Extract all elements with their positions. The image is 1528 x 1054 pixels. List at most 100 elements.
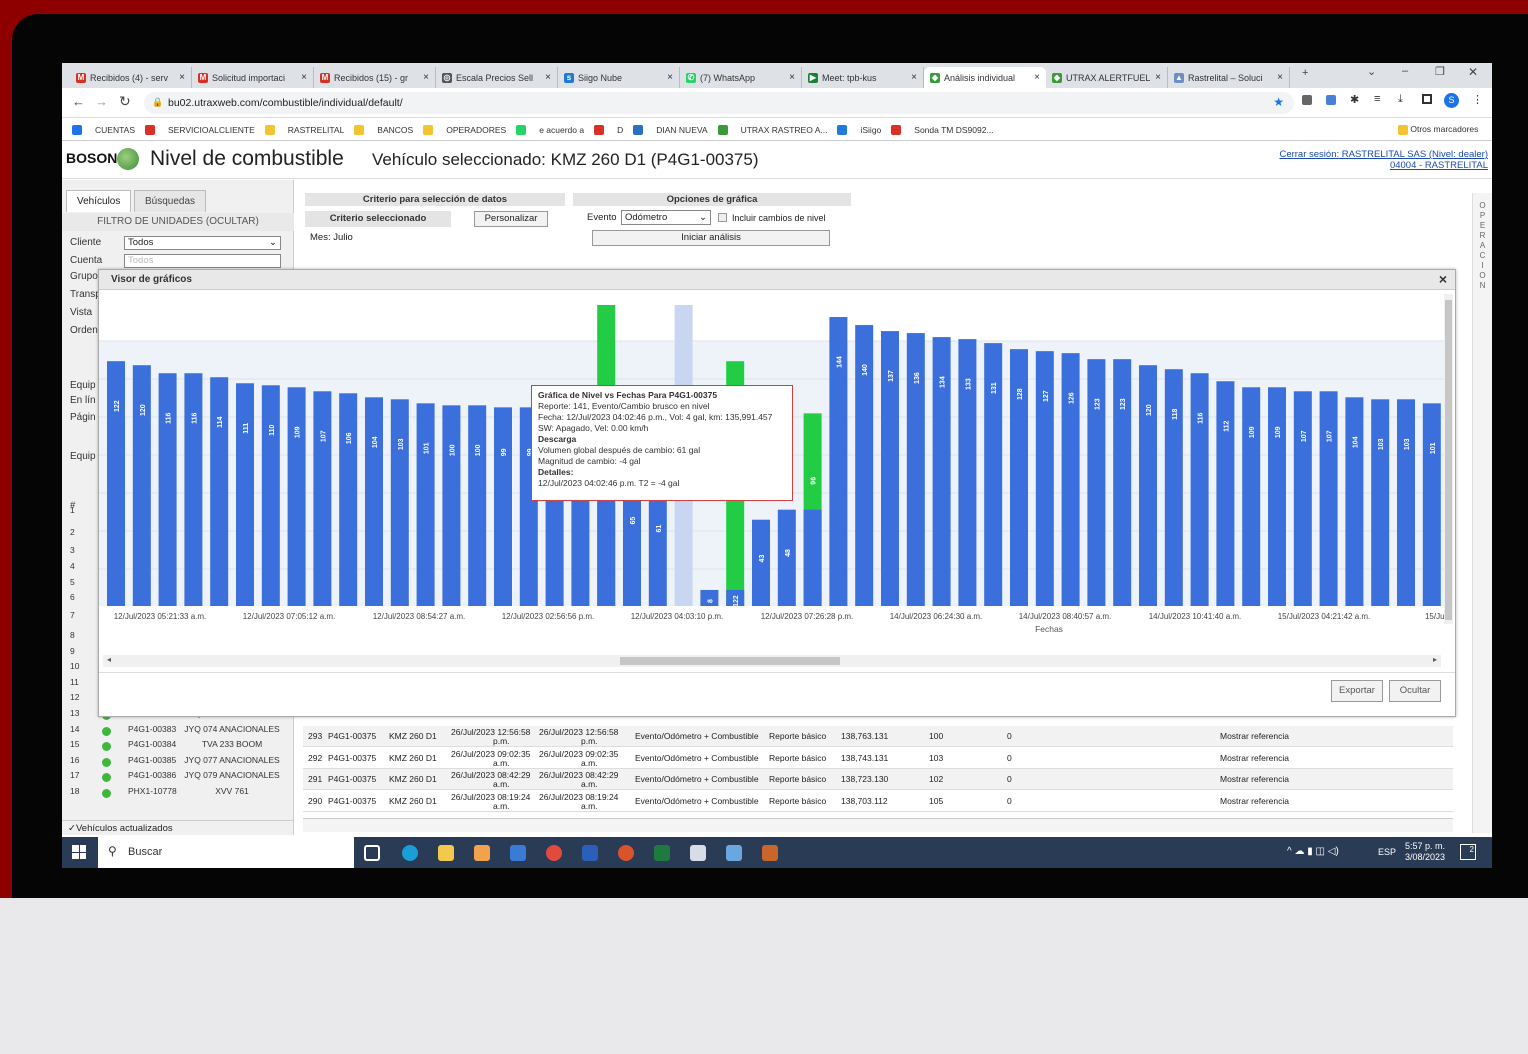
scroll-right-icon[interactable]: ▸	[1433, 655, 1437, 664]
level-bar[interactable]	[210, 377, 229, 606]
other-bookmarks[interactable]: Otros marcadores	[1398, 124, 1478, 135]
level-bar[interactable]	[1061, 353, 1080, 606]
table-row[interactable]: 293 P4G1-00375 KMZ 260 D1 26/Jul/2023 12:56…	[303, 726, 1453, 747]
level-bar[interactable]	[1216, 381, 1235, 606]
app-icon[interactable]	[762, 845, 778, 861]
level-bar[interactable]	[1242, 387, 1261, 606]
filter-header[interactable]: FILTRO DE UNIDADES (OCULTAR)	[62, 213, 294, 231]
bookmark-item[interactable]: iSiigo	[837, 124, 881, 135]
customize-button[interactable]: Personalizar	[474, 211, 548, 227]
powerpoint-icon[interactable]	[618, 845, 634, 861]
level-bar[interactable]	[313, 391, 332, 606]
close-tab-icon[interactable]: ×	[1155, 72, 1161, 83]
excel-icon[interactable]	[654, 845, 670, 861]
task-view-icon[interactable]	[364, 845, 380, 861]
vehicle-row[interactable]: 17 P4G1-00386 JYQ 079 ANACIONALES	[62, 770, 294, 785]
minimize-icon[interactable]: –	[1402, 65, 1408, 77]
level-bar[interactable]	[1010, 349, 1028, 606]
cuenta-select[interactable]: Todos	[124, 254, 281, 268]
close-tab-icon[interactable]: ×	[1034, 72, 1040, 83]
file-explorer-icon[interactable]	[438, 845, 454, 861]
vehicle-row[interactable]: 15 P4G1-00384 TVA 233 BOOM	[62, 739, 294, 754]
bookmark-item[interactable]: UTRAX RASTREO A...	[717, 124, 827, 135]
level-bar[interactable]	[365, 397, 383, 606]
tab-busquedas[interactable]: Búsquedas	[134, 190, 207, 212]
level-bar[interactable]	[1422, 403, 1441, 606]
media-icon[interactable]: ≡	[1374, 93, 1380, 105]
app-icon[interactable]	[690, 845, 706, 861]
level-bar[interactable]	[1371, 399, 1390, 606]
bookmark-item[interactable]: e acuerdo a	[516, 124, 584, 135]
extension-icon[interactable]	[1326, 95, 1336, 105]
bookmark-item[interactable]: BANCOS	[354, 124, 413, 135]
logout-link[interactable]: Cerrar sesión: RASTRELITAL SAS (Nivel: d…	[1279, 149, 1488, 171]
level-bar[interactable]	[107, 361, 125, 606]
level-bar[interactable]	[236, 383, 254, 606]
mail-icon[interactable]	[510, 845, 526, 861]
level-bar[interactable]	[339, 393, 358, 606]
include-changes-checkbox[interactable]	[718, 213, 727, 222]
system-tray-icons[interactable]: ^ ☁ ▮ ◫ ◁)	[1287, 846, 1339, 857]
level-bar[interactable]	[287, 387, 306, 606]
calendar-icon[interactable]	[474, 845, 490, 861]
url-input[interactable]: 🔒 bu02.utraxweb.com/combustible/individu…	[144, 92, 1294, 114]
chrome-icon[interactable]	[546, 845, 562, 861]
taskbar-search-box[interactable]: ⚲ Buscar	[98, 837, 354, 868]
event-select[interactable]: Odómetro ⌄	[621, 210, 711, 225]
vehicle-row[interactable]: 14 P4G1-00383 JYQ 074 ANACIONALES	[62, 724, 294, 739]
profile-avatar[interactable]: S	[1444, 93, 1459, 108]
bookmark-item[interactable]: OPERADORES	[423, 124, 506, 135]
bookmark-star-icon[interactable]: ★	[1273, 95, 1284, 109]
level-bar[interactable]	[1035, 351, 1054, 606]
close-tab-icon[interactable]: ×	[789, 72, 795, 83]
browser-tab[interactable]: ◆ UTRAX ALERTFUEL ×	[1046, 67, 1168, 88]
table-scrollbar[interactable]	[303, 818, 1453, 832]
scroll-left-icon[interactable]: ◂	[107, 655, 111, 664]
browser-tab[interactable]: ◎ Escala Precios Sell ×	[436, 67, 558, 88]
bookmark-item[interactable]: DIAN NUEVA	[633, 124, 708, 135]
vehicle-row[interactable]: 16 P4G1-00385 JYQ 077 ANACIONALES	[62, 755, 294, 770]
level-bar[interactable]	[803, 509, 822, 606]
browser-tab[interactable]: ▶ Meet: tpb-kus ×	[802, 67, 924, 88]
chart-hscroll-thumb[interactable]	[620, 657, 840, 665]
hide-button[interactable]: Ocultar	[1389, 680, 1441, 702]
browser-tab[interactable]: M Recibidos (4) - serv ×	[70, 67, 192, 88]
close-tab-icon[interactable]: ×	[545, 72, 551, 83]
back-arrow-icon[interactable]: ←	[72, 94, 85, 109]
level-bar[interactable]	[1268, 387, 1286, 606]
tab-vehiculos[interactable]: Vehículos	[66, 190, 132, 212]
close-window-icon[interactable]: ✕	[1468, 65, 1478, 79]
table-row[interactable]: 292 P4G1-00375 KMZ 260 D1 26/Jul/2023 09:02…	[303, 747, 1453, 769]
level-bar[interactable]	[1397, 399, 1415, 606]
bookmark-item[interactable]: SERVICIOALCLIENTE	[145, 124, 255, 135]
close-tab-icon[interactable]: ×	[911, 72, 917, 83]
app-icon[interactable]	[726, 845, 742, 861]
browser-tab[interactable]: s Siigo Nube ×	[558, 67, 680, 88]
download-icon[interactable]: ⤓	[1398, 93, 1403, 106]
browser-tab[interactable]: ✆ (7) WhatsApp ×	[680, 67, 802, 88]
browser-tab[interactable]: ◆ Análisis individual ×	[924, 67, 1046, 88]
level-bar[interactable]	[416, 403, 435, 606]
reload-icon[interactable]: ↻	[119, 93, 131, 110]
bookmark-item[interactable]: CUENTAS	[72, 124, 135, 135]
level-bar[interactable]	[132, 365, 151, 606]
cliente-select[interactable]: Todos ⌄	[124, 236, 281, 250]
close-tab-icon[interactable]: ×	[179, 72, 185, 83]
level-bar[interactable]	[442, 405, 461, 606]
level-bar[interactable]	[1087, 359, 1106, 606]
word-icon[interactable]	[582, 845, 598, 861]
export-button[interactable]: Exportar	[1331, 680, 1383, 702]
browser-tab[interactable]: ▲ Rastrelital – Soluci ×	[1168, 67, 1290, 88]
level-bar[interactable]	[1164, 369, 1183, 606]
vehicle-row[interactable]: 18 PHX1-10778 XVV 761	[62, 786, 294, 801]
start-analysis-button[interactable]: Iniciar análisis	[592, 230, 830, 246]
level-bar[interactable]	[1190, 373, 1209, 606]
operation-side-tab[interactable]: OPERACION	[1472, 193, 1492, 833]
table-row[interactable]: 291 P4G1-00375 KMZ 260 D1 26/Jul/2023 08:42…	[303, 769, 1453, 791]
edge-icon[interactable]	[402, 845, 418, 861]
windows-start-icon[interactable]	[72, 845, 86, 859]
puzzle-icon[interactable]: ✱	[1350, 93, 1359, 106]
restore-icon[interactable]: ❐	[1435, 65, 1445, 78]
bookmark-item[interactable]: RASTRELITAL	[264, 124, 344, 135]
close-tab-icon[interactable]: ×	[667, 72, 673, 83]
